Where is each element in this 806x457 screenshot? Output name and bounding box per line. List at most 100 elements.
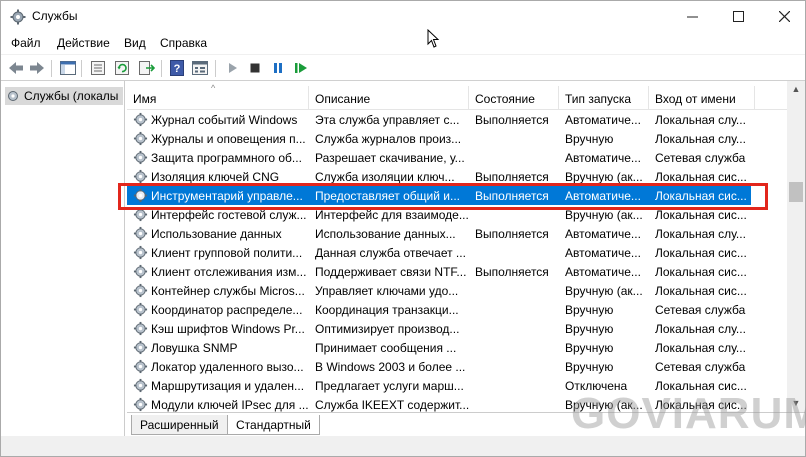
service-startup-type: Вручную <box>565 341 614 355</box>
column-header-description[interactable]: Описание <box>309 86 469 110</box>
tab-standard[interactable]: Стандартный <box>227 415 320 435</box>
maximize-button[interactable] <box>715 1 761 32</box>
service-row[interactable]: Журналы и оповещения п... Служба журналов… <box>127 129 751 148</box>
service-log-on-as: Локальная слу... <box>655 227 746 241</box>
service-name: Маршрутизация и удален... <box>151 379 305 393</box>
properties-icon[interactable] <box>89 59 107 77</box>
service-log-on-as: Сетевая служба <box>655 303 746 317</box>
service-description: Данная служба отвечает ... <box>315 246 466 260</box>
close-button[interactable] <box>761 1 806 32</box>
service-startup-type: Вручную <box>565 360 614 374</box>
title-bar[interactable]: Службы <box>1 1 805 32</box>
tree-item-services-local[interactable]: Службы (локалы <box>5 87 123 105</box>
refresh-icon[interactable] <box>113 59 131 77</box>
service-status: Выполняется <box>475 265 549 279</box>
toolbar-separator <box>161 60 162 77</box>
column-header-log-on-as[interactable]: Вход от имени <box>649 86 755 110</box>
svg-text:?: ? <box>174 63 181 75</box>
menu-action[interactable]: Действие <box>57 36 110 50</box>
service-description: Служба журналов произ... <box>315 132 462 146</box>
forward-arrow-icon[interactable] <box>28 59 46 77</box>
service-gear-icon <box>133 397 148 412</box>
window-title: Службы <box>32 9 78 23</box>
service-status <box>475 338 561 357</box>
export-list-icon[interactable] <box>137 59 155 77</box>
service-status <box>475 281 561 300</box>
service-gear-icon <box>133 245 148 260</box>
scroll-up-icon[interactable]: ▲ <box>787 81 805 98</box>
service-status <box>475 129 561 148</box>
console-tree: Службы (локалы <box>1 81 125 456</box>
service-name: Журнал событий Windows <box>151 113 298 127</box>
service-row[interactable]: Клиент отслеживания изм... Поддерживает с… <box>127 262 751 281</box>
status-bar <box>1 436 805 456</box>
help-icon[interactable]: ? <box>168 59 186 77</box>
service-description: Служба IKEEXT содержит... <box>315 398 469 412</box>
menu-view[interactable]: Вид <box>124 36 146 50</box>
service-description: Принимает сообщения ... <box>315 341 457 355</box>
service-row[interactable]: Координатор распределе... Координация тра… <box>127 300 751 319</box>
service-gear-icon <box>133 264 148 279</box>
service-name: Ловушка SNMP <box>151 341 238 355</box>
service-log-on-as: Локальная слу... <box>655 341 746 355</box>
service-status <box>475 395 561 412</box>
service-description: Использование данных... <box>315 227 456 241</box>
service-log-on-as: Локальная слу... <box>655 132 746 146</box>
service-name: Журналы и оповещения п... <box>151 132 306 146</box>
vertical-scrollbar[interactable]: ▲ ▼ <box>787 81 805 412</box>
service-gear-icon <box>133 302 148 317</box>
service-log-on-as: Сетевая служба <box>655 151 746 165</box>
service-status <box>475 376 561 395</box>
column-header-status[interactable]: Состояние <box>469 86 559 110</box>
services-gear-icon <box>8 91 18 101</box>
service-gear-icon <box>133 169 148 184</box>
service-gear-icon <box>133 321 148 336</box>
service-row[interactable]: Использование данных Использование данных… <box>127 224 751 243</box>
service-status <box>475 243 561 262</box>
scrollbar-thumb[interactable] <box>789 182 803 202</box>
menu-help[interactable]: Справка <box>160 36 207 50</box>
toolbar-separator <box>51 60 52 77</box>
service-log-on-as: Локальная слу... <box>655 322 746 336</box>
service-name: Клиент отслеживания изм... <box>151 265 307 279</box>
service-row[interactable]: Ловушка SNMP Принимает сообщения ... Вручн… <box>127 338 751 357</box>
tree-item-label: Службы (локалы <box>24 89 119 103</box>
column-header-row: ^ Имя Описание Состояние Тип запуска Вхо… <box>127 83 789 110</box>
play-icon[interactable] <box>223 59 241 77</box>
service-gear-icon <box>133 340 148 355</box>
service-startup-type: Автоматиче... <box>565 265 641 279</box>
service-name: Кэш шрифтов Windows Pr... <box>151 322 305 336</box>
service-gear-icon <box>133 226 148 241</box>
tab-extended[interactable]: Расширенный <box>131 415 228 435</box>
console-tree-icon[interactable] <box>59 59 77 77</box>
column-header-startup-type[interactable]: Тип запуска <box>559 86 649 110</box>
menu-file[interactable]: Файл <box>11 36 41 50</box>
toolbar-separator <box>81 60 82 77</box>
mouse-cursor-icon <box>427 29 440 48</box>
service-row[interactable]: Локатор удаленного вызо... В Windows 2003… <box>127 357 751 376</box>
service-status <box>475 357 561 376</box>
service-row[interactable]: Контейнер службы Micros... Управляет ключ… <box>127 281 751 300</box>
toolbar: ? <box>1 54 805 81</box>
service-description: В Windows 2003 и более ... <box>315 360 466 374</box>
service-status <box>475 148 561 167</box>
service-row[interactable]: Защита программного об... Разрешает скачи… <box>127 148 751 167</box>
service-gear-icon <box>133 378 148 393</box>
service-row[interactable]: Кэш шрифтов Windows Pr... Оптимизирует пр… <box>127 319 751 338</box>
service-log-on-as: Локальная сис... <box>655 284 747 298</box>
selection-highlight-frame <box>118 183 768 210</box>
service-name: Модули ключей IPsec для ... <box>151 398 309 412</box>
maximize-icon <box>732 11 744 22</box>
minimize-button[interactable] <box>669 1 715 32</box>
service-description: Эта служба управляет с... <box>315 113 460 127</box>
column-header-name[interactable]: Имя <box>127 86 309 110</box>
close-icon <box>778 11 790 22</box>
view-icon[interactable] <box>191 59 209 77</box>
services-window: Службы Файл Действие Вид Справка ? Служб… <box>0 0 806 457</box>
back-arrow-icon[interactable] <box>7 59 25 77</box>
service-row[interactable]: Журнал событий Windows Эта служба управля… <box>127 110 751 129</box>
pause-icon[interactable] <box>269 59 287 77</box>
restart-icon[interactable] <box>292 59 310 77</box>
service-row[interactable]: Клиент групповой полити... Данная служба … <box>127 243 751 262</box>
stop-icon[interactable] <box>246 59 264 77</box>
